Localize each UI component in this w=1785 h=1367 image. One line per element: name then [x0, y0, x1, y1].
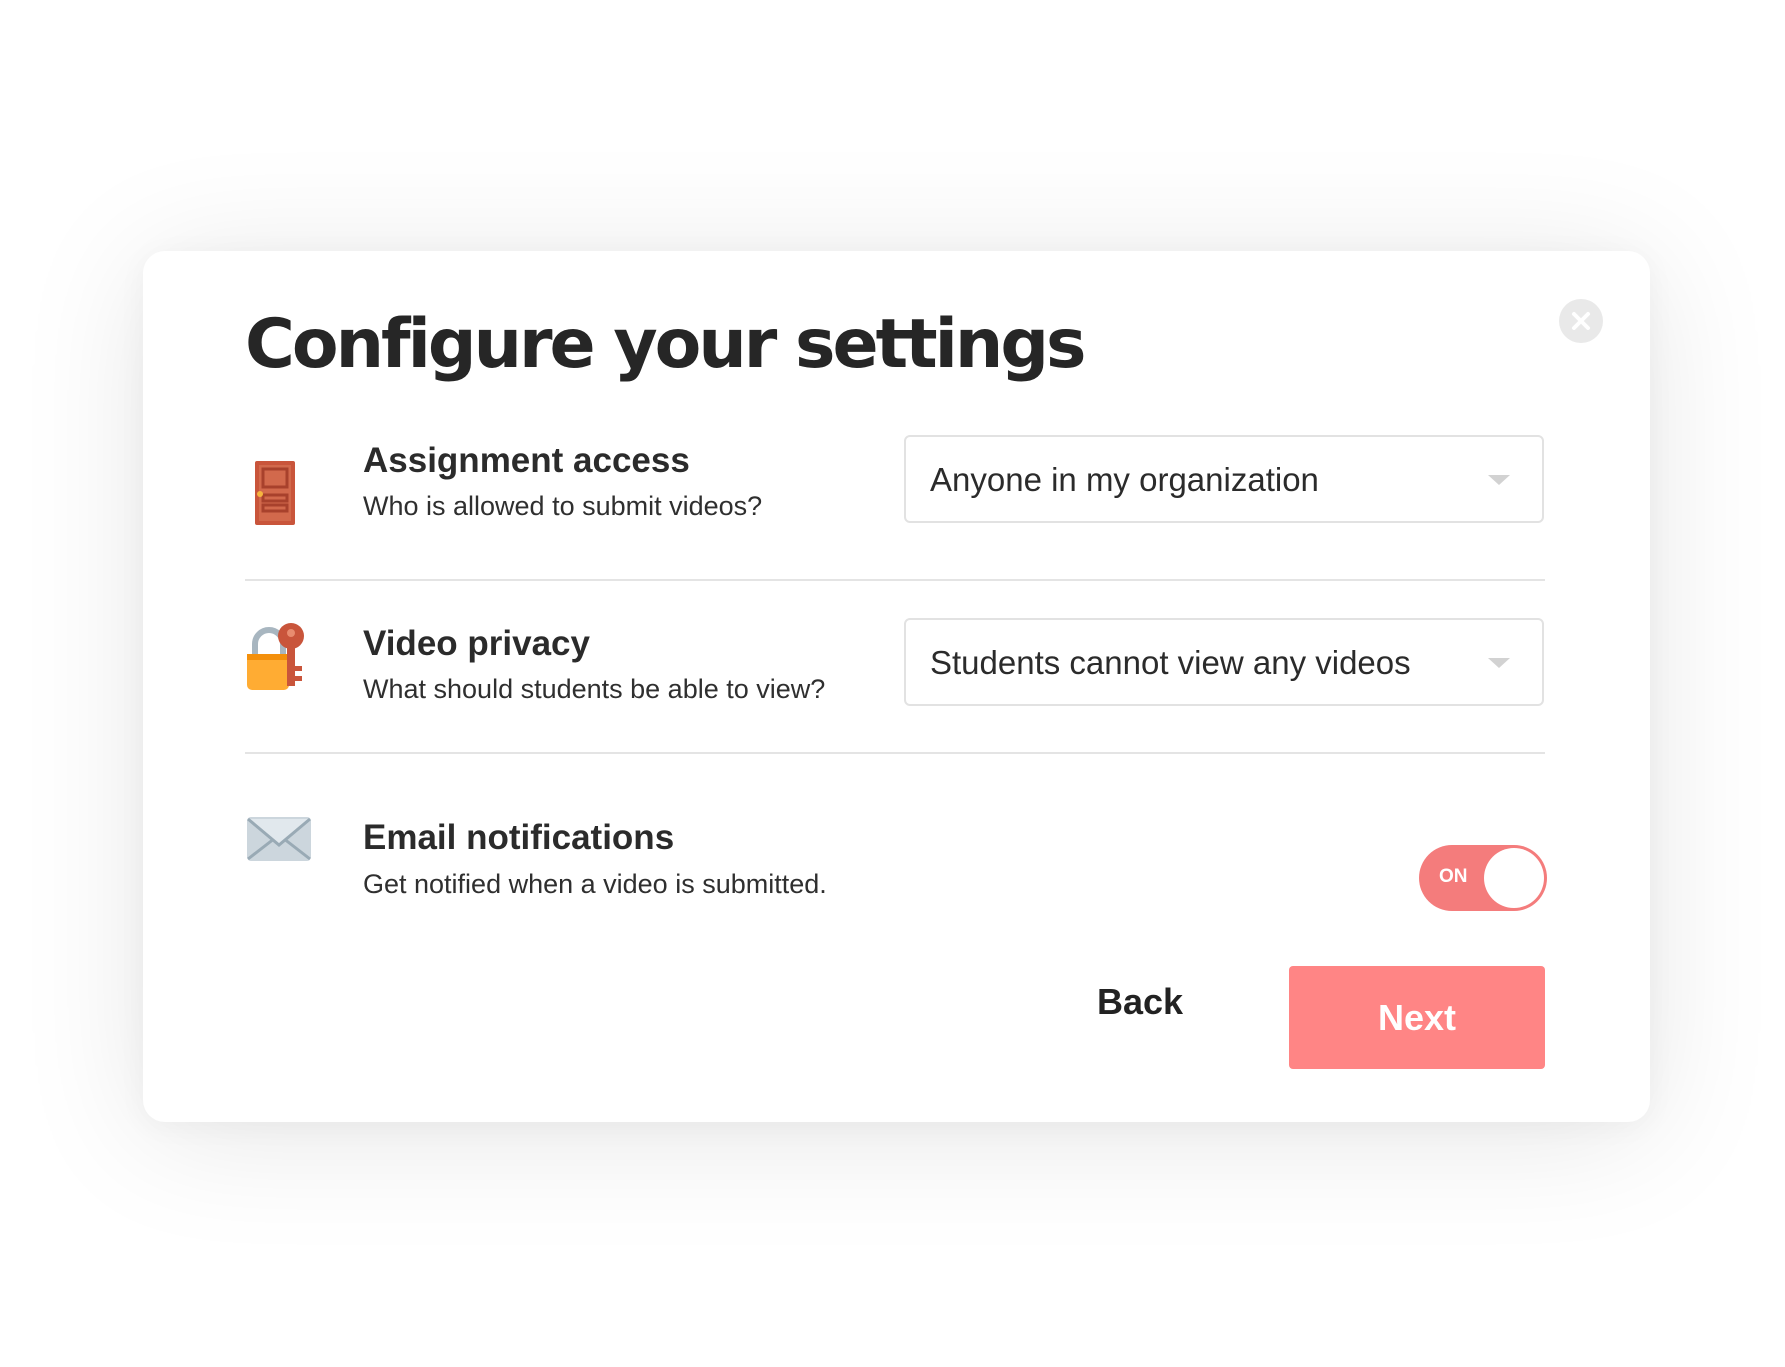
settings-dialog: Configure your settings Assignment acces…	[143, 251, 1650, 1122]
close-button[interactable]	[1559, 299, 1603, 343]
divider	[245, 579, 1545, 581]
door-icon	[255, 461, 295, 525]
next-button[interactable]: Next	[1289, 966, 1545, 1069]
email-notifications-title: Email notifications	[363, 818, 675, 857]
assignment-access-value: Anyone in my organization	[930, 461, 1319, 498]
divider	[245, 752, 1545, 754]
video-privacy-select[interactable]: Students cannot view any videos	[904, 618, 1544, 706]
chevron-down-icon	[1488, 475, 1510, 485]
setting-row-video-privacy: Video privacy What should students be ab…	[245, 618, 1545, 746]
video-privacy-value: Students cannot view any videos	[930, 644, 1411, 681]
lock-with-key-icon	[247, 623, 304, 690]
video-privacy-subtitle: What should students be able to view?	[363, 674, 826, 704]
assignment-access-select[interactable]: Anyone in my organization	[904, 435, 1544, 523]
setting-row-email-notifications: Email notifications Get notified when a …	[245, 791, 1547, 916]
close-icon	[1572, 312, 1590, 330]
toggle-knob	[1484, 848, 1544, 908]
video-privacy-title: Video privacy	[363, 624, 590, 663]
email-notifications-toggle[interactable]: ON	[1419, 845, 1547, 911]
dialog-title: Configure your settings	[245, 305, 1086, 384]
envelope-icon	[247, 817, 311, 861]
assignment-access-subtitle: Who is allowed to submit videos?	[363, 491, 763, 521]
assignment-access-title: Assignment access	[363, 441, 690, 480]
toggle-state-label: ON	[1439, 866, 1468, 887]
back-button[interactable]: Back	[1060, 967, 1220, 1037]
setting-row-assignment-access: Assignment access Who is allowed to subm…	[245, 435, 1545, 576]
email-notifications-subtitle: Get notified when a video is submitted.	[363, 869, 827, 899]
chevron-down-icon	[1488, 658, 1510, 668]
